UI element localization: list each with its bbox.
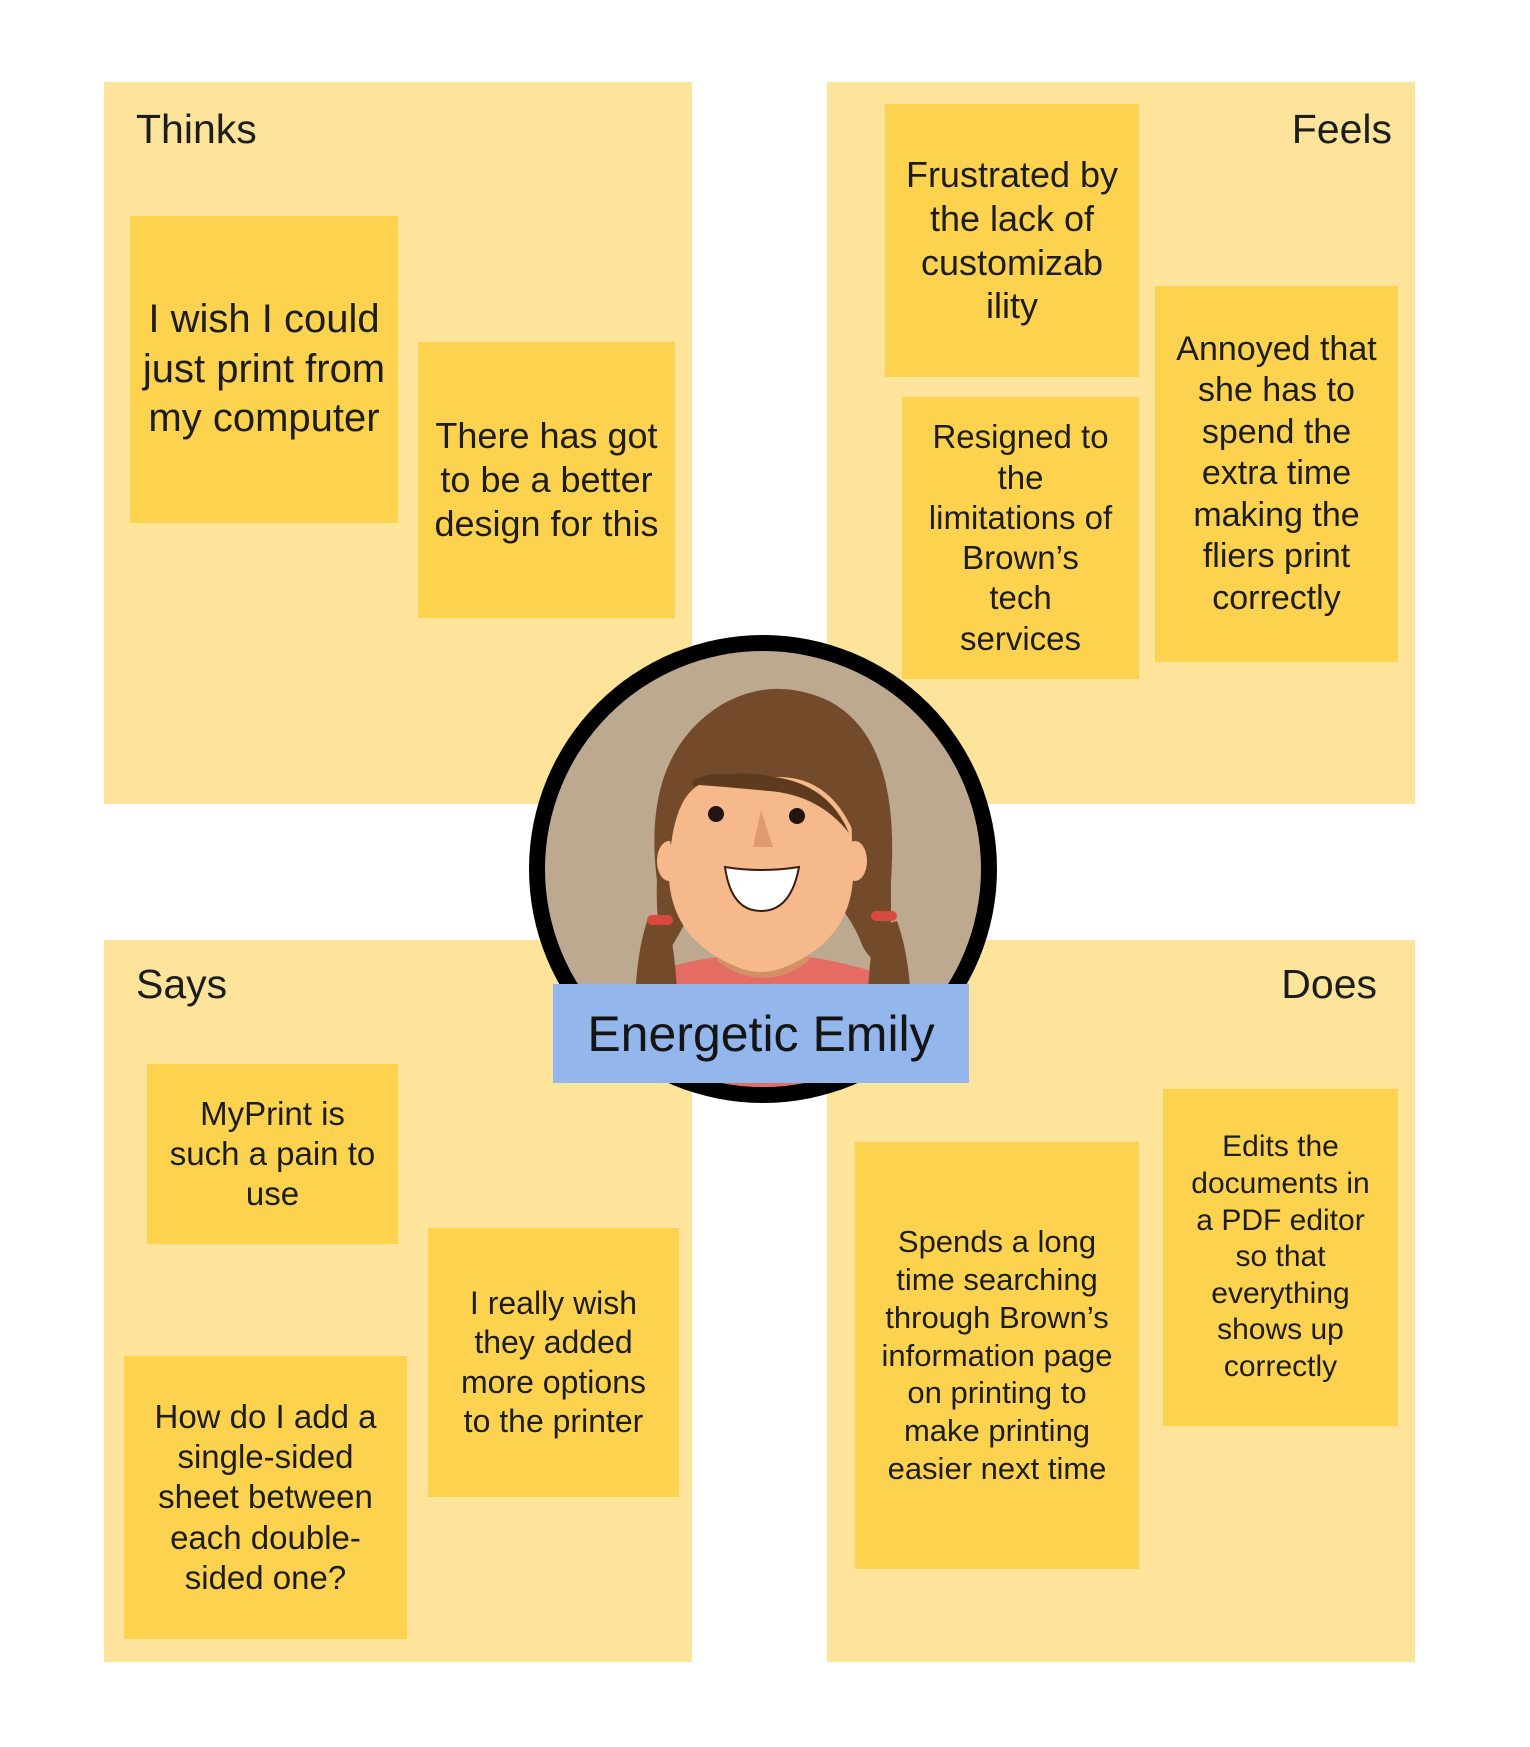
sticky-note-text: Spends a long time searching through Bro… — [881, 1224, 1113, 1487]
sticky-note[interactable]: Spends a long time searching through Bro… — [855, 1142, 1139, 1569]
persona-name-label: Energetic Emily — [553, 984, 969, 1083]
sticky-note-text: There has got to be a better design for … — [434, 415, 659, 544]
sticky-note-text: Annoyed that she has to spend the extra … — [1176, 329, 1377, 617]
does-title: Does — [1281, 961, 1377, 1007]
persona-name: Energetic Emily — [587, 1005, 935, 1062]
sticky-note[interactable]: Frustrated by the lack of customizab ili… — [885, 104, 1139, 377]
sticky-note[interactable]: Annoyed that she has to spend the extra … — [1155, 286, 1398, 662]
sticky-note[interactable]: MyPrint is such a pain to use — [147, 1064, 398, 1244]
sticky-note[interactable]: I wish I could just print from my comput… — [130, 216, 398, 523]
sticky-note-text: Frustrated by the lack of customizab ili… — [905, 153, 1119, 327]
sticky-note-text: I really wish they added more options to… — [461, 1285, 646, 1439]
sticky-note-text: MyPrint is such a pain to use — [169, 1094, 376, 1213]
sticky-note[interactable]: There has got to be a better design for … — [418, 342, 675, 618]
feels-title: Feels — [1291, 106, 1392, 152]
sticky-note[interactable]: Edits the documents in a PDF editor so t… — [1163, 1089, 1398, 1426]
sticky-note[interactable]: How do I add a single-sided sheet betwee… — [124, 1356, 407, 1639]
sticky-note[interactable]: I really wish they added more options to… — [428, 1228, 679, 1497]
sticky-note-text: How do I add a single-sided sheet betwee… — [154, 1397, 377, 1596]
thinks-title: Thinks — [136, 106, 257, 152]
says-title: Says — [136, 961, 228, 1007]
sticky-note-text: I wish I could just print from my comput… — [142, 297, 386, 441]
sticky-note-text: Resigned to the limitations of Brown’s t… — [928, 418, 1113, 657]
sticky-note-text: Edits the documents in a PDF editor so t… — [1191, 1130, 1370, 1383]
